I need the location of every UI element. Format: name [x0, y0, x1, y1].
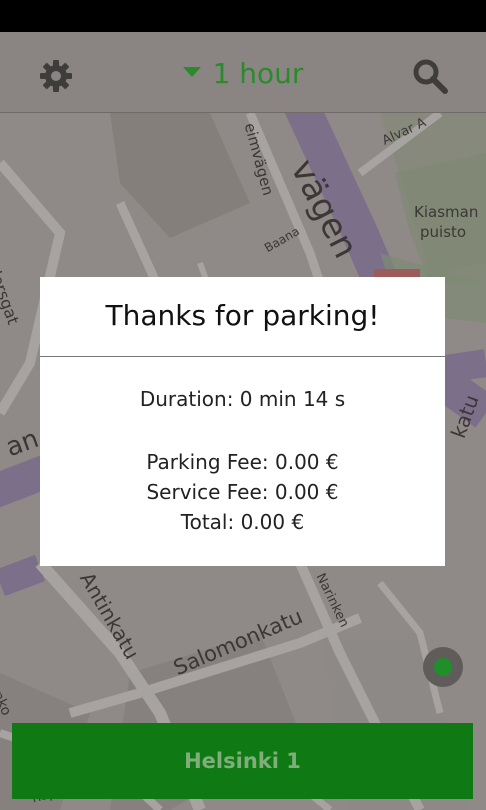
my-location-button[interactable] — [423, 647, 463, 687]
duration-text: Duration: 0 min 14 s — [139, 387, 346, 411]
map-label: puisto — [420, 223, 467, 241]
zone-label: Helsinki 1 — [184, 749, 301, 773]
service-fee-text: Service Fee: 0.00 € — [146, 480, 339, 504]
status-bar — [0, 0, 486, 32]
map-label: Kiasman — [414, 203, 479, 221]
location-dot-icon — [434, 658, 452, 676]
duration-label: 1 hour — [212, 57, 304, 90]
search-icon[interactable] — [410, 56, 450, 96]
dialog-title: Thanks for parking! — [105, 299, 380, 332]
parking-zone-button[interactable]: Helsinki 1 — [12, 723, 473, 799]
parking-fee-text: Parking Fee: 0.00 € — [146, 450, 339, 474]
caret-down-icon — [182, 67, 201, 77]
total-text: Total: 0.00 € — [180, 510, 305, 534]
parking-summary-dialog: Thanks for parking! Duration: 0 min 14 s… — [40, 277, 445, 566]
divider — [40, 356, 445, 357]
